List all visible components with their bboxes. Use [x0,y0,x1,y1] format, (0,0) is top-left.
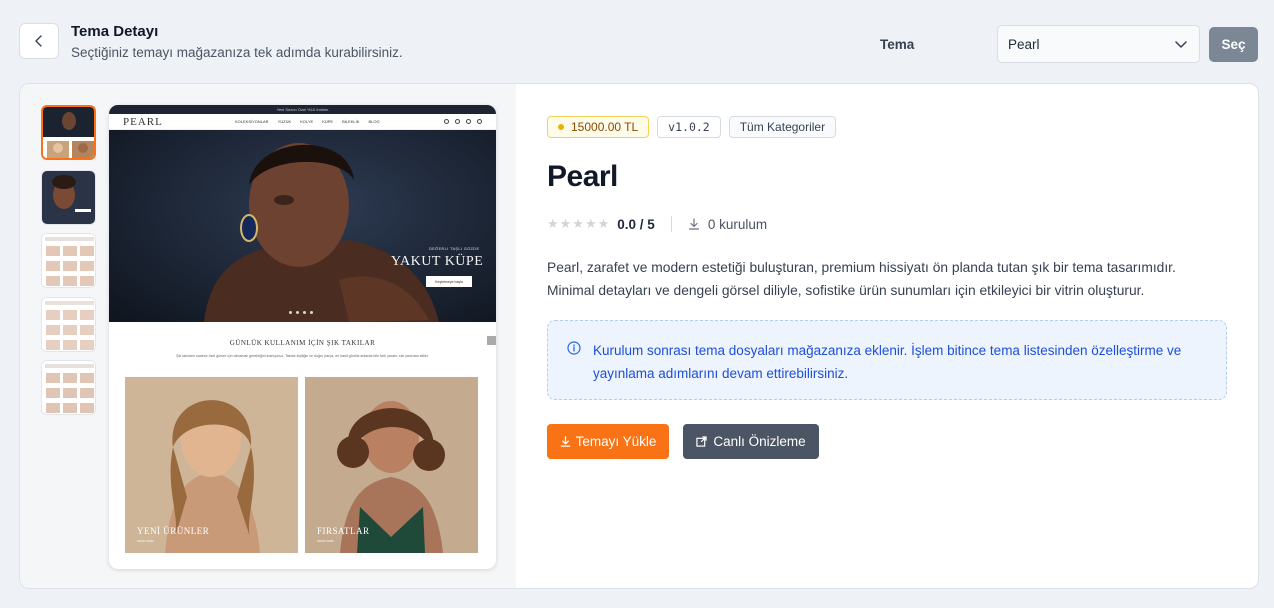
gallery-thumbnail[interactable] [41,360,96,415]
gallery-thumbnail[interactable] [41,233,96,288]
thumbnail-image [42,361,95,414]
price-badge: 15000.00 TL [547,116,650,138]
preview-section-desc: Şık takıların sadece özel günler için ol… [176,354,429,358]
page-title: Tema Detayı [71,23,159,40]
info-alert-text: Kurulum sonrası tema dosyaları mağazanız… [593,343,1182,381]
preview-menu: KOLEKSİYONLAR YÜZÜK KOLYE KÜPE BİLEKLİK … [235,119,444,124]
preview-card-label: FIRSATLAR [317,526,370,536]
theme-select[interactable]: Pearl [997,25,1200,63]
preview-logo: PEARL [123,115,163,128]
download-icon [688,218,699,230]
back-button[interactable] [19,23,59,59]
select-button[interactable]: Seç [1209,27,1258,62]
preview-hero: DEĞERLİ TAŞLI GÖZDE YAKUT KÜPE Keşfetmey… [109,130,496,322]
thumbnail-image [42,234,95,287]
thumbnail-image [43,107,94,158]
preview-slider-dots [289,311,313,314]
preview-card-sub: SHOP NOW [317,539,334,543]
gallery-pane: Yeni Sezon Özel %10 İndirim PEARL KOLEKS… [20,84,516,588]
preview-menu-item: KOLEKSİYONLAR [235,119,269,124]
price-value: 15000.00 TL [571,120,639,134]
preview-card-deals: FIRSATLAR SHOP NOW [305,377,478,553]
theme-badges: 15000.00 TL v1.0.2 Tüm Kategoriler [547,116,837,138]
install-count: 0 kurulum [688,217,767,232]
preview-hero-title: YAKUT KÜPE [391,254,484,269]
theme-preview-image: Yeni Sezon Özel %10 İndirim PEARL KOLEKS… [109,105,496,569]
rating-row: ★★★★★ 0.0 / 5 0 kurulum [547,216,767,232]
preview-hero-button: Keşfetmeye başla [426,276,472,287]
info-icon [567,341,581,355]
theme-description: Pearl, zarafet ve modern estetiği buluşt… [547,260,1176,298]
info-alert: Kurulum sonrası tema dosyaları mağazanız… [547,320,1227,400]
preview-menu-item: KÜPE [322,119,334,124]
preview-card-label: YENİ ÜRÜNLER [137,526,210,536]
preview-section-title: GÜNLÜK KULLANIM İÇİN ŞIK TAKILAR [229,339,376,347]
preview-menu-item: KOLYE [300,119,314,124]
version-badge: v1.0.2 [657,116,721,138]
thumbnail-image [42,171,95,224]
preview-menu-item: YÜZÜK [277,119,292,124]
rating-value: 0.0 / 5 [617,216,655,232]
chevron-down-icon [1175,41,1187,48]
gallery-thumbnail[interactable] [41,170,96,225]
preview-menu-item: BLOG [368,119,380,124]
preview-card-new: YENİ ÜRÜNLER SHOP NOW [125,377,298,553]
live-preview-button[interactable]: Canlı Önizleme [683,424,819,459]
theme-detail-card: Yeni Sezon Özel %10 İndirim PEARL KOLEKS… [19,83,1259,589]
live-preview-label: Canlı Önizleme [713,434,806,449]
external-link-icon [696,436,708,447]
gallery-thumbnail[interactable] [41,105,96,160]
theme-name: Pearl [547,160,618,193]
theme-select-value: Pearl [1008,36,1040,52]
preview-side-tab [487,336,496,345]
install-count-text: 0 kurulum [707,216,768,232]
preview-card-sub: SHOP NOW [137,539,154,543]
theme-select-label: Tema [880,37,915,52]
category-badge: Tüm Kategoriler [728,116,837,138]
divider [670,216,672,232]
price-dot-icon [558,124,564,130]
hero-portrait [204,143,439,322]
page-subtitle: Seçtiğiniz temayı mağazanıza tek adımda … [71,45,403,60]
download-icon [560,436,570,447]
preview-collection-cards: YENİ ÜRÜNLER SHOP NOW FIRSATLAR SHOP NOW [125,377,478,553]
thumbnail-image [42,298,95,351]
preview-nav-icons [444,119,482,124]
install-theme-button[interactable]: Temayı Yükle [547,424,669,459]
gallery-thumbnail[interactable] [41,297,96,352]
install-theme-label: Temayı Yükle [575,434,657,449]
preview-menu-item: BİLEKLİK [342,119,360,124]
preview-navbar: PEARL KOLEKSİYONLAR YÜZÜK KOLYE KÜPE BİL… [109,114,496,130]
preview-announcement-bar: Yeni Sezon Özel %10 İndirim [109,105,496,114]
chevron-left-icon [35,35,42,47]
preview-hero-tag: DEĞERLİ TAŞLI GÖZDE [429,246,480,251]
star-rating-icon: ★★★★★ [547,216,611,231]
